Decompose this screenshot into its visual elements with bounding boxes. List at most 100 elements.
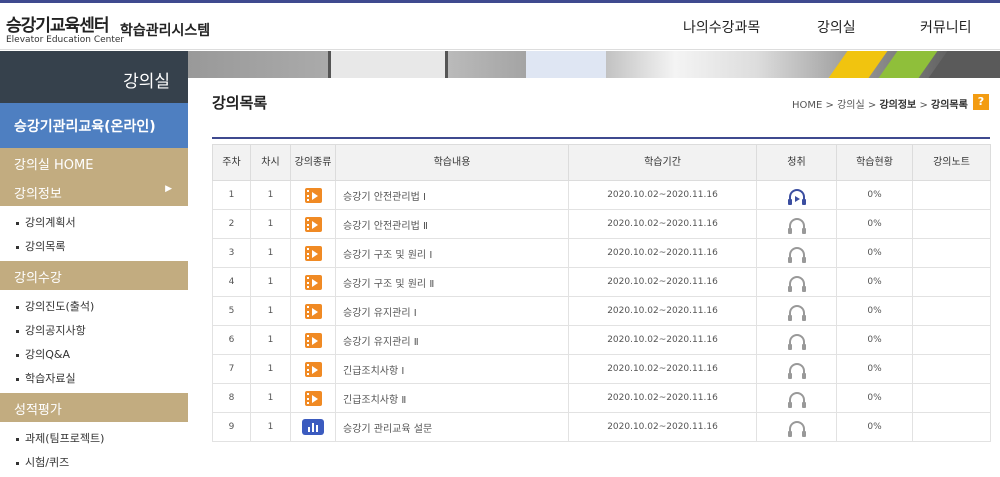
sidebar-course-name[interactable]: 승강기관리교육(온라인): [0, 103, 188, 148]
video-icon: [304, 361, 322, 377]
cell-period: 2020.10.02~2020.11.16: [568, 412, 757, 442]
survey-icon: [302, 419, 324, 435]
cell-week: 3: [212, 238, 251, 268]
banner-panel: [526, 51, 606, 78]
cell-note: [912, 238, 991, 268]
cell-session: 1: [250, 209, 291, 239]
cell-period: 2020.10.02~2020.11.16: [568, 267, 757, 297]
cell-listen: [756, 209, 837, 239]
banner-stripe: [828, 51, 888, 78]
sidebar-item-label: 과제(팀프로젝트): [25, 432, 105, 445]
banner-panel: [328, 51, 448, 78]
video-icon: [304, 303, 322, 319]
sidebar: 강의실 승강기관리교육(온라인) 강의실 HOME 강의정보 ▶ 강의계획서 강…: [0, 51, 188, 469]
site-logo-subtitle: Elevator Education Center: [6, 35, 125, 45]
cell-week: 5: [212, 296, 251, 326]
nav-classroom[interactable]: 강의실: [817, 17, 856, 37]
cell-week: 2: [212, 209, 251, 239]
cell-content[interactable]: 승강기 구조 및 원리 Ⅱ: [335, 267, 569, 297]
video-icon: [304, 245, 322, 261]
sidebar-section-grading[interactable]: 성적평가: [0, 393, 188, 422]
table-row: 6 1 승강기 유지관리 Ⅱ 2020.10.02~2020.11.16 0%: [212, 325, 991, 355]
breadcrumb-classroom[interactable]: 강의실: [837, 100, 865, 111]
cell-note: [912, 383, 991, 413]
sidebar-list-course-info: 강의계획서 강의목록: [0, 206, 188, 261]
cell-status: 0%: [836, 209, 913, 239]
cell-note: [912, 296, 991, 326]
cell-note: [912, 267, 991, 297]
cell-content[interactable]: 승강기 안전관리법 Ⅱ: [335, 209, 569, 239]
sidebar-item-resources[interactable]: 학습자료실: [0, 365, 188, 389]
table-row: 2 1 승강기 안전관리법 Ⅱ 2020.10.02~2020.11.16 0%: [212, 209, 991, 239]
sidebar-home[interactable]: 강의실 HOME: [0, 148, 188, 177]
cell-content[interactable]: 승강기 안전관리법 Ⅰ: [335, 180, 569, 210]
headphones-icon: [787, 304, 806, 321]
nav-community[interactable]: 커뮤니티: [920, 17, 972, 37]
cell-listen: [756, 238, 837, 268]
sidebar-section-label: 강의정보: [14, 187, 62, 202]
sidebar-item-qna[interactable]: 강의Q&A: [0, 341, 188, 365]
sidebar-section-course-info[interactable]: 강의정보 ▶: [0, 177, 188, 206]
cell-type: [290, 238, 336, 268]
table-row: 5 1 승강기 유지관리 Ⅰ 2020.10.02~2020.11.16 0%: [212, 296, 991, 326]
sidebar-item-progress[interactable]: 강의진도(출석): [0, 293, 188, 317]
cell-type: [290, 354, 336, 384]
video-icon: [304, 332, 322, 348]
site-logo-title[interactable]: 승강기교육센터: [6, 11, 109, 36]
cell-content[interactable]: 승강기 유지관리 Ⅰ: [335, 296, 569, 326]
site-header: 승강기교육센터 Elevator Education Center 학습관리시스…: [0, 3, 1000, 50]
cell-content[interactable]: 승강기 유지관리 Ⅱ: [335, 325, 569, 355]
sidebar-item-notice[interactable]: 강의공지사항: [0, 317, 188, 341]
help-icon[interactable]: ?: [973, 94, 989, 110]
sidebar-item-label: 강의목록: [25, 240, 66, 253]
cell-content[interactable]: 승강기 구조 및 원리 Ⅰ: [335, 238, 569, 268]
cell-type: [290, 209, 336, 239]
cell-type: [290, 296, 336, 326]
headphones-icon: [787, 333, 806, 350]
sidebar-item-label: 학습자료실: [25, 372, 76, 385]
headphones-icon: [787, 246, 806, 263]
cell-period: 2020.10.02~2020.11.16: [568, 209, 757, 239]
nav-my-courses[interactable]: 나의수강과목: [683, 17, 760, 37]
cell-content[interactable]: 긴급조치사항 Ⅱ: [335, 383, 569, 413]
cell-session: 1: [250, 267, 291, 297]
breadcrumb-course-info[interactable]: 강의정보: [879, 100, 916, 111]
headphones-icon: [787, 275, 806, 292]
sidebar-home-label: 강의실 HOME: [14, 158, 94, 173]
sidebar-section-label: 성적평가: [14, 403, 62, 418]
sidebar-item-exam[interactable]: 시험/퀴즈: [0, 449, 188, 473]
cell-session: 1: [250, 180, 291, 210]
cell-note: [912, 180, 991, 210]
cell-listen: [756, 383, 837, 413]
breadcrumb-lecture-list: 강의목록: [931, 100, 968, 111]
cell-session: 1: [250, 296, 291, 326]
cell-status: 0%: [836, 412, 913, 442]
cell-period: 2020.10.02~2020.11.16: [568, 383, 757, 413]
sidebar-item-lecture-list[interactable]: 강의목록: [0, 233, 188, 257]
system-title: 학습관리시스템: [120, 23, 211, 39]
headphones-icon: [787, 217, 806, 234]
cell-session: 1: [250, 325, 291, 355]
header-banner-image: [188, 51, 1000, 78]
cell-content[interactable]: 승강기 관리교육 설문: [335, 412, 569, 442]
headphones-icon: [787, 362, 806, 379]
col-listen: 청취: [756, 144, 837, 181]
cell-period: 2020.10.02~2020.11.16: [568, 238, 757, 268]
sidebar-list-grading: 과제(팀프로젝트) 시험/퀴즈: [0, 422, 188, 477]
table-row: 7 1 긴급조치사항 Ⅰ 2020.10.02~2020.11.16 0%: [212, 354, 991, 384]
cell-week: 1: [212, 180, 251, 210]
cell-content[interactable]: 긴급조치사항 Ⅰ: [335, 354, 569, 384]
bullet-icon: [16, 329, 19, 333]
breadcrumb-home[interactable]: HOME: [792, 100, 822, 111]
cell-session: 1: [250, 238, 291, 268]
bullet-icon: [16, 353, 19, 357]
sidebar-section-attendance[interactable]: 강의수강: [0, 261, 188, 290]
sidebar-item-syllabus[interactable]: 강의계획서: [0, 209, 188, 233]
cell-week: 7: [212, 354, 251, 384]
cell-session: 1: [250, 383, 291, 413]
cell-period: 2020.10.02~2020.11.16: [568, 180, 757, 210]
cell-type: [290, 180, 336, 210]
sidebar-item-assignment[interactable]: 과제(팀프로젝트): [0, 425, 188, 449]
headphones-icon[interactable]: [787, 188, 806, 205]
sidebar-item-label: 시험/퀴즈: [25, 456, 70, 469]
